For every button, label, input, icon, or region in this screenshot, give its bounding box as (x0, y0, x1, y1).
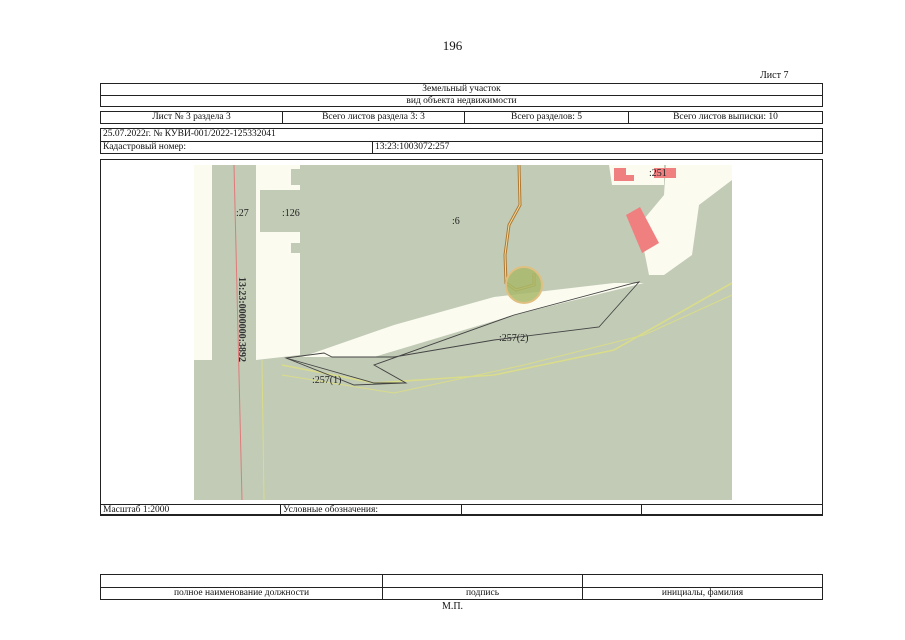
label-parcel-126: :126 (282, 208, 300, 219)
label-parcel-27: :27 (236, 208, 249, 219)
scale-text: Масштаб 1:2000 (101, 505, 281, 515)
extract-sheets: Всего листов выписки: 10 (673, 112, 778, 122)
cadastral-map: :27 :126 :6 :251 :257(2) :257(1) 13:23:0… (194, 164, 733, 501)
page-number: 196 (442, 38, 463, 53)
sheet-label: Лист 7 (760, 70, 789, 81)
legend-cell-4 (642, 505, 822, 515)
position-blank (101, 575, 383, 587)
label-parcel-6: :6 (452, 216, 460, 227)
signature-caption: подпись (383, 588, 583, 600)
name-caption: инициалы, фамилия (661, 588, 744, 598)
gap-strip-left (194, 165, 212, 360)
sheet-info: Лист № 3 раздела 3 (101, 112, 283, 123)
section-sheets: Всего листов раздела 3: 3 (283, 112, 465, 123)
cadastral-number: 13:23:1003072:257 (375, 142, 450, 152)
doc-info-box: 25.07.2022г. № КУВИ-001/2022-125332041 К… (100, 128, 823, 154)
label-parcel-251: :251 (649, 168, 667, 179)
sheet-info-row: Лист № 3 раздела 3 Всего листов раздела … (100, 111, 823, 124)
small-block (291, 169, 300, 185)
legend-cell-3 (462, 505, 642, 515)
map-frame: :27 :126 :6 :251 :257(2) :257(1) 13:23:0… (100, 159, 823, 515)
header-title-box: Земельный участок вид объекта недвижимос… (100, 83, 823, 107)
signature-blank (383, 575, 583, 587)
small-block-2 (291, 243, 300, 253)
cadastral-label: Кадастровый номер: (101, 142, 373, 154)
stamp-place: М.П. (441, 601, 464, 612)
label-parcel-257-2: :257(2) (499, 333, 528, 344)
label-road-number: 13:23:0000000:3892 (236, 277, 247, 362)
signature-block: полное наименование должности подпись ин… (100, 574, 823, 600)
label-parcel-257-1: :257(1) (312, 375, 341, 386)
object-title: Земельный участок (422, 84, 501, 94)
legend-row: Масштаб 1:2000 Условные обозначения: (100, 504, 823, 516)
legend-label: Условные обозначения: (281, 505, 462, 515)
sections-total: Всего разделов: 5 (465, 112, 629, 123)
position-caption: полное наименование должности (101, 588, 383, 600)
name-blank (583, 575, 822, 587)
object-type: вид объекта недвижимости (406, 96, 517, 106)
circle-zone (505, 266, 543, 304)
doc-reference: 25.07.2022г. № КУВИ-001/2022-125332041 (103, 129, 276, 139)
